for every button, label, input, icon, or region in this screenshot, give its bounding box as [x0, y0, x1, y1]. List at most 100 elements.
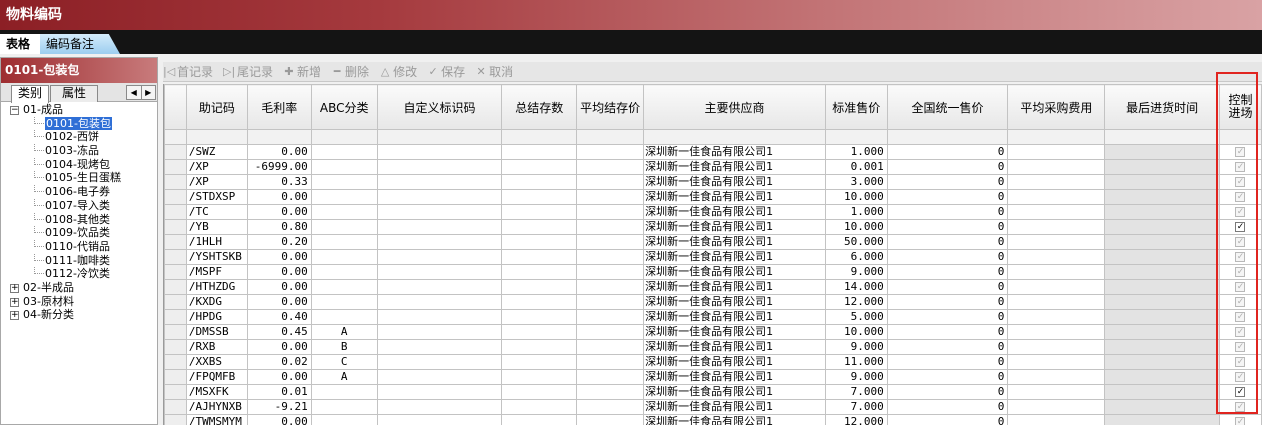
filter-cell[interactable]	[501, 129, 578, 145]
filter-cell[interactable]	[310, 129, 378, 145]
table-cell[interactable]: /TC	[185, 204, 248, 220]
table-cell[interactable]	[310, 249, 378, 265]
table-cell[interactable]	[1104, 384, 1220, 400]
table-cell[interactable]	[376, 324, 503, 340]
table-cell[interactable]: 0.02	[246, 354, 312, 370]
table-cell[interactable]	[1104, 399, 1220, 415]
tree-node[interactable]: +04-新分类	[1, 308, 157, 322]
table-cell[interactable]: /RXB	[185, 339, 248, 355]
table-cell[interactable]: 5.000	[824, 309, 888, 325]
toolbar-button[interactable]: ━ 删除	[331, 63, 369, 80]
table-cell[interactable]	[1007, 159, 1106, 175]
table-cell[interactable]	[501, 294, 578, 310]
table-cell[interactable]: 0.001	[824, 159, 888, 175]
table-cell[interactable]: 0.00	[246, 414, 312, 425]
table-cell[interactable]	[1104, 144, 1220, 160]
table-cell[interactable]: 0	[886, 294, 1009, 310]
table-cell[interactable]: 0.00	[246, 144, 312, 160]
table-cell[interactable]: B	[310, 339, 378, 355]
table-cell[interactable]: 0	[886, 384, 1009, 400]
table-cell[interactable]	[310, 234, 378, 250]
table-cell[interactable]: 深圳新一佳食品有限公司1	[643, 219, 826, 235]
table-cell[interactable]	[576, 384, 645, 400]
control-entry-cell[interactable]: ✓	[1218, 279, 1262, 295]
table-cell[interactable]: 深圳新一佳食品有限公司1	[643, 384, 826, 400]
filter-cell[interactable]	[824, 129, 888, 145]
filter-cell[interactable]	[1218, 129, 1262, 145]
table-cell[interactable]	[501, 354, 578, 370]
tree-node[interactable]: +03-原材料	[1, 295, 157, 309]
filter-cell[interactable]	[185, 129, 248, 145]
column-header[interactable]: 平均采购费用	[1007, 84, 1106, 130]
filter-cell[interactable]	[886, 129, 1009, 145]
table-row[interactable]: /FPQMFB 0.00 A 深圳新一佳食品有限公司1 9.000 0 ✓	[164, 369, 1262, 385]
table-cell[interactable]	[576, 204, 645, 220]
control-entry-cell[interactable]: ✓	[1218, 204, 1262, 220]
table-cell[interactable]	[1104, 234, 1220, 250]
row-header[interactable]	[164, 189, 187, 205]
control-entry-checkbox[interactable]: ✓	[1235, 237, 1246, 247]
table-cell[interactable]	[576, 189, 645, 205]
control-entry-cell[interactable]: ✓	[1218, 174, 1262, 190]
table-cell[interactable]	[376, 189, 503, 205]
table-cell[interactable]	[1104, 294, 1220, 310]
table-cell[interactable]	[310, 279, 378, 295]
table-cell[interactable]	[501, 264, 578, 280]
table-cell[interactable]: /SWZ	[185, 144, 248, 160]
tree-node[interactable]: +02-半成品	[1, 281, 157, 295]
table-cell[interactable]: 0.00	[246, 294, 312, 310]
table-row[interactable]: /XP 0.33 深圳新一佳食品有限公司1 3.000 0 ✓	[164, 174, 1262, 190]
row-header[interactable]	[164, 294, 187, 310]
table-cell[interactable]: 10.000	[824, 219, 888, 235]
row-header[interactable]	[164, 144, 187, 160]
control-entry-checkbox[interactable]: ✓	[1235, 282, 1246, 292]
table-cell[interactable]: 3.000	[824, 174, 888, 190]
control-entry-cell[interactable]: ✓	[1218, 354, 1262, 370]
table-cell[interactable]: 0.00	[246, 204, 312, 220]
table-cell[interactable]	[1104, 249, 1220, 265]
table-cell[interactable]: 深圳新一佳食品有限公司1	[643, 159, 826, 175]
table-cell[interactable]	[1104, 309, 1220, 325]
control-entry-checkbox[interactable]: ✓	[1235, 327, 1246, 337]
table-cell[interactable]	[1007, 294, 1106, 310]
table-cell[interactable]: 12.000	[824, 294, 888, 310]
control-entry-checkbox[interactable]: ✓	[1235, 312, 1246, 322]
table-cell[interactable]: 0.40	[246, 309, 312, 325]
table-cell[interactable]: C	[310, 354, 378, 370]
filter-cell[interactable]	[576, 129, 645, 145]
tab-grid[interactable]: 表格	[0, 34, 40, 54]
table-row[interactable]: /RXB 0.00 B 深圳新一佳食品有限公司1 9.000 0 ✓	[164, 339, 1262, 355]
table-cell[interactable]: 0	[886, 339, 1009, 355]
table-cell[interactable]	[310, 384, 378, 400]
table-cell[interactable]	[1007, 339, 1106, 355]
table-cell[interactable]: /HPDG	[185, 309, 248, 325]
table-cell[interactable]	[501, 234, 578, 250]
filter-cell[interactable]	[1104, 129, 1220, 145]
table-cell[interactable]: /FPQMFB	[185, 369, 248, 385]
table-cell[interactable]	[1104, 174, 1220, 190]
table-cell[interactable]: /KXDG	[185, 294, 248, 310]
control-entry-checkbox[interactable]: ✓	[1235, 162, 1246, 172]
table-cell[interactable]	[576, 159, 645, 175]
control-entry-checkbox[interactable]: ✓	[1235, 357, 1246, 367]
expand-icon[interactable]: +	[10, 297, 19, 307]
table-cell[interactable]	[1007, 384, 1106, 400]
table-cell[interactable]	[376, 414, 503, 425]
table-row[interactable]: /KXDG 0.00 深圳新一佳食品有限公司1 12.000 0 ✓	[164, 294, 1262, 310]
control-entry-cell[interactable]: ✓	[1218, 189, 1262, 205]
toolbar-button[interactable]: ✓ 保存	[427, 63, 465, 80]
row-header[interactable]	[164, 174, 187, 190]
table-cell[interactable]: 12.000	[824, 414, 888, 425]
row-header[interactable]	[164, 279, 187, 295]
tab-code-remark[interactable]: 编码备注	[40, 34, 120, 54]
table-cell[interactable]	[310, 264, 378, 280]
table-cell[interactable]: -6999.00	[246, 159, 312, 175]
control-entry-checkbox[interactable]: ✓	[1235, 297, 1246, 307]
filter-cell[interactable]	[1007, 129, 1106, 145]
table-cell[interactable]: 14.000	[824, 279, 888, 295]
table-cell[interactable]: 0.00	[246, 279, 312, 295]
control-entry-cell[interactable]: ✓	[1218, 264, 1262, 280]
table-cell[interactable]: 0	[886, 369, 1009, 385]
table-row[interactable]: /HTHZDG 0.00 深圳新一佳食品有限公司1 14.000 0 ✓	[164, 279, 1262, 295]
table-cell[interactable]	[576, 144, 645, 160]
